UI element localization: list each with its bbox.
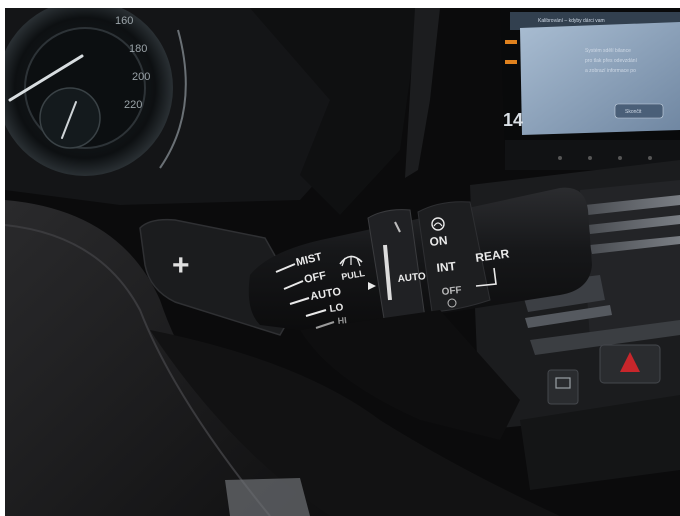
screen-body-line: a zobrazí informace po [585,68,636,74]
label-lo: LO [329,302,345,315]
dashboard-photo: 160 180 200 220 Kalibrování – kdyby dárc… [0,0,680,516]
gauge-tick-label: 180 [129,43,147,55]
console-button[interactable] [547,369,579,405]
gauge-tick-label: 220 [124,99,142,111]
screen-body-line: pro tlak přes odevzdání [585,58,638,64]
screen-button-label: Skončit [625,109,642,115]
gauge-tick-label: 160 [115,15,133,27]
screen-header-text: Kalibrování – kdyby dárci vam [538,18,605,24]
gauge-tick-label: 200 [132,71,150,83]
infotainment-screen: Kalibrování – kdyby dárci vam Systém sdě… [500,8,680,170]
label-rear-off: OFF [441,285,462,298]
label-on: ON [429,233,448,249]
screen-side-number: 14 [503,110,523,130]
photo-canvas: 160 180 200 220 Kalibrování – kdyby dárc… [0,0,680,516]
label-hi: HI [337,315,347,326]
label-int: INT [436,259,457,275]
paddle-plus-symbol: + [172,249,190,282]
screen-body-line: Systém sdělí bilance [585,48,631,54]
